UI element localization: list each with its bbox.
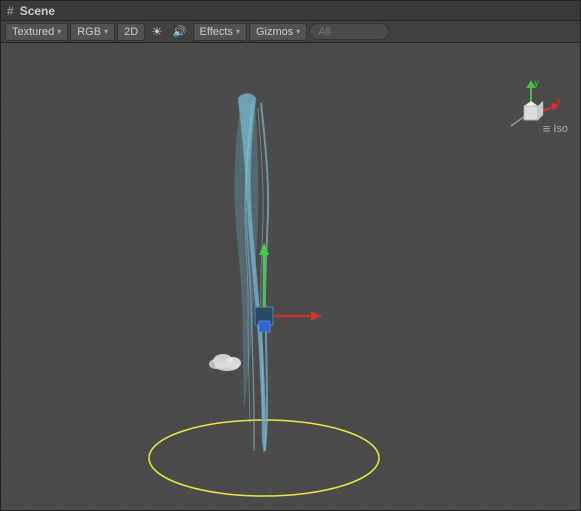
sun-button[interactable]: ☀ [147, 23, 167, 41]
dimension-label: 2D [124, 26, 138, 38]
view-mode-dropdown[interactable]: Textured ▾ [5, 23, 68, 41]
audio-button[interactable]: 🔊 [169, 23, 191, 41]
title-bar: # Scene [1, 1, 580, 21]
scene-toolbar: Textured ▾ RGB ▾ 2D ☀ 🔊 Effects ▾ Gizmos… [1, 21, 580, 43]
gizmos-dropdown[interactable]: Gizmos ▾ [249, 23, 307, 41]
color-mode-dropdown[interactable]: RGB ▾ [70, 23, 115, 41]
search-input[interactable] [309, 23, 389, 40]
dimension-toggle[interactable]: 2D [117, 23, 145, 41]
sun-icon: ☀ [151, 24, 163, 40]
color-mode-label: RGB [77, 26, 101, 38]
scene-viewport[interactable]: y x Iso [1, 43, 580, 510]
svg-text:y: y [534, 78, 539, 89]
effects-arrow: ▾ [236, 27, 240, 36]
view-mode-label: Textured [12, 26, 54, 38]
color-mode-arrow: ▾ [104, 27, 108, 36]
scene-canvas: y x [1, 43, 580, 510]
gizmos-label: Gizmos [256, 26, 293, 38]
effects-dropdown[interactable]: Effects ▾ [193, 23, 247, 41]
effects-label: Effects [200, 26, 233, 38]
unity-scene-window: # Scene Textured ▾ RGB ▾ 2D ☀ 🔊 Effects … [0, 0, 581, 511]
gizmos-arrow: ▾ [296, 27, 300, 36]
scene-icon: # [7, 4, 14, 18]
svg-text:x: x [556, 96, 561, 107]
iso-label: Iso [543, 121, 568, 136]
audio-icon: 🔊 [173, 25, 187, 38]
window-title: Scene [20, 4, 55, 18]
view-mode-arrow: ▾ [57, 27, 61, 36]
